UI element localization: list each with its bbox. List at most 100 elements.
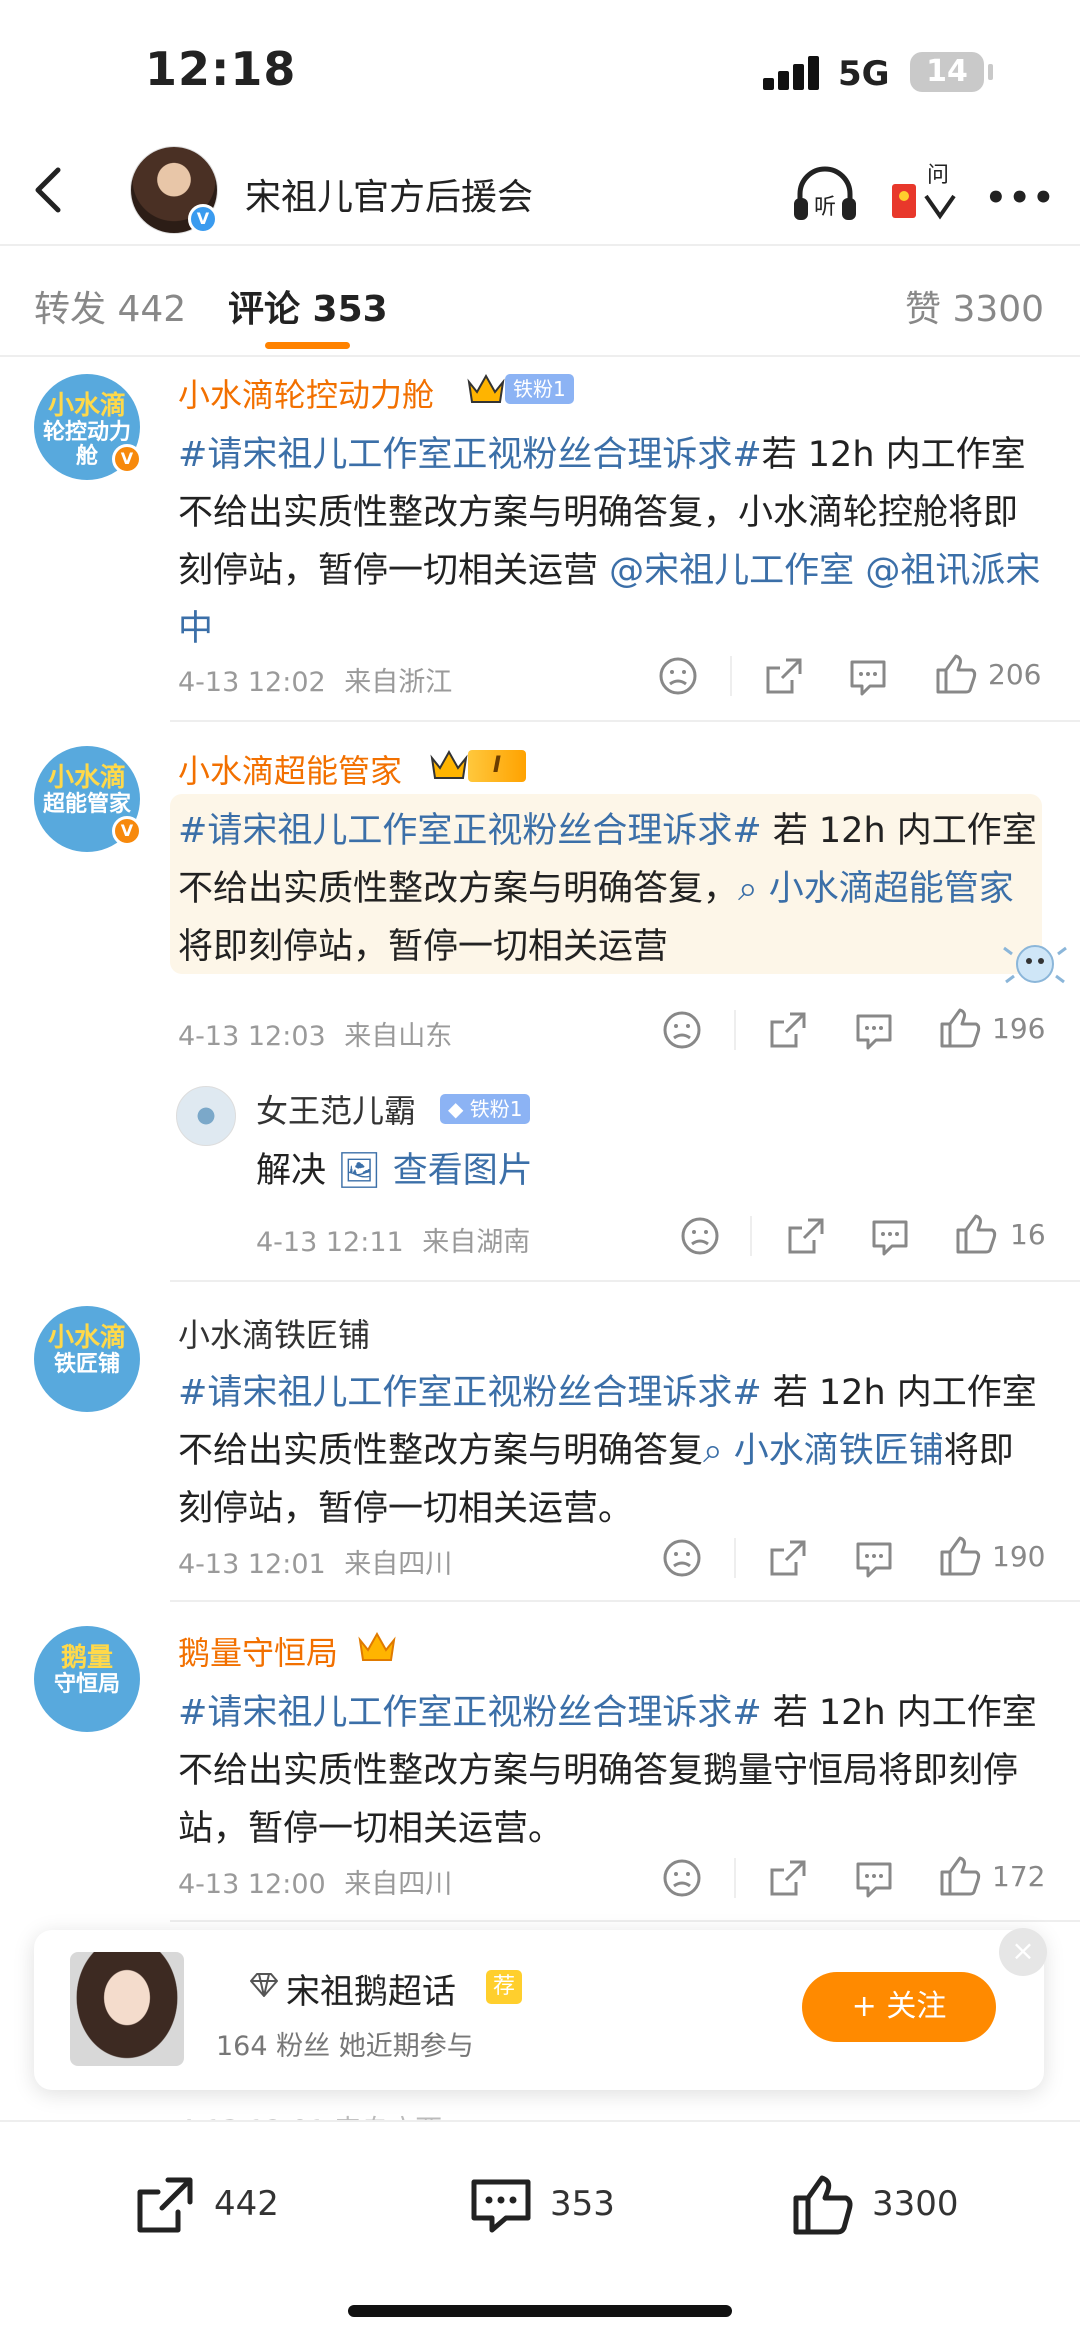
verified-icon: V (188, 204, 218, 234)
page-title: 宋祖儿官方后援会 (245, 177, 534, 218)
follow-card[interactable]: 宋祖鹅超话 荐 164 粉丝 她近期参与 + 关注 × (34, 1928, 1047, 2090)
like-icon[interactable] (938, 1534, 982, 1578)
comment-location: 来自山东 (344, 1021, 453, 1052)
diamond-icon (250, 1973, 278, 1997)
verified-icon: V (112, 816, 142, 846)
dislike-icon[interactable] (660, 1536, 704, 1580)
avatar-sub: 守恒局 (53, 1671, 120, 1697)
avatar[interactable] (176, 1086, 236, 1146)
comment-author[interactable]: 小水滴超能管家 (178, 746, 402, 792)
topic-link[interactable]: #请宋祖儿工作室正视粉丝合理诉求# (178, 1693, 762, 1733)
share-icon[interactable] (784, 1214, 828, 1258)
share-icon[interactable] (766, 1536, 810, 1580)
search-link[interactable]: ⌕ 小水滴超能管家 (738, 869, 1014, 909)
follow-button[interactable]: + 关注 (802, 1972, 996, 2042)
avatar[interactable]: 鹅量 守恒局 (34, 1626, 140, 1732)
divider (730, 656, 732, 696)
topic-link[interactable]: #请宋祖儿工作室正视粉丝合理诉求# (178, 811, 762, 851)
comment-icon[interactable] (846, 654, 890, 698)
status-bar: 12:18 5G 14 (0, 0, 1080, 140)
divider (0, 355, 1080, 357)
divider (170, 1280, 1080, 1282)
comment-body: 将即刻停站，暂停一切相关运营 (178, 927, 669, 967)
comment-meta: 4-13 12:01 来自四川 (178, 1542, 452, 1581)
comment-author[interactable]: 小水滴铁匠铺 (178, 1310, 370, 1356)
fan-badge: 铁粉1 (505, 374, 574, 404)
ask-icon[interactable]: 问 (888, 156, 958, 226)
share-icon[interactable] (766, 1008, 810, 1052)
verified-icon: V (112, 444, 142, 474)
comment-author[interactable]: 小水滴轮控动力舱 (178, 370, 434, 416)
like-icon[interactable] (934, 652, 978, 696)
tab-likes[interactable]: 赞 3300 (905, 280, 1044, 332)
dislike-icon[interactable] (656, 654, 700, 698)
comment-text: #请宋祖儿工作室正视粉丝合理诉求# 若 12h 内工作室不给出实质性整改方案与明… (178, 1684, 1048, 1858)
divider (734, 1538, 736, 1578)
reply-text: 解决 🖼 查看图片 (256, 1142, 1036, 1200)
comment-icon[interactable] (852, 1008, 896, 1052)
sticker-icon (1003, 945, 1067, 984)
more-icon[interactable]: ••• (985, 178, 1056, 218)
like-count: 190 (992, 1540, 1046, 1573)
comment-item: 小水滴 超能管家 V 小水滴超能管家 I #请宋祖儿工作室正视粉丝合理诉求# 若… (0, 724, 1080, 1284)
comment-meta: 4-13 12:03 来自山东 (178, 1014, 452, 1053)
like-count: 16 (1010, 1218, 1046, 1251)
comment-icon[interactable] (868, 1214, 912, 1258)
headphones-icon[interactable]: 听 (790, 160, 860, 226)
share-icon[interactable] (762, 654, 806, 698)
comment-location: 来自浙江 (344, 667, 453, 698)
comment-time: 4-13 12:00 (178, 1869, 326, 1900)
repost-count: 442 (214, 2184, 279, 2224)
share-icon[interactable] (766, 1856, 810, 1900)
card-subtitle: 164 粉丝 她近期参与 (216, 2031, 474, 2062)
like-icon[interactable] (938, 1006, 982, 1050)
topic-link[interactable]: #请宋祖儿工作室正视粉丝合理诉求# (178, 435, 762, 475)
avatar-sub: 铁匠铺 (53, 1351, 120, 1377)
like-count: 172 (992, 1860, 1046, 1893)
avatar-text: 小水滴 (47, 1323, 126, 1353)
network-label: 5G (838, 54, 890, 94)
dislike-icon[interactable] (678, 1214, 722, 1258)
tab-bar: 转发 442 评论 353 赞 3300 (0, 246, 1080, 356)
mention-link[interactable]: @宋祖儿工作室 (609, 551, 854, 591)
comment-time: 4-13 12:03 (178, 1021, 326, 1052)
comment-text: #请宋祖儿工作室正视粉丝合理诉求# 若 12h 内工作室不给出实质性整改方案与明… (178, 1364, 1048, 1538)
divider (734, 1010, 736, 1050)
divider (170, 720, 1080, 722)
comment-icon[interactable] (852, 1856, 896, 1900)
ask-icon-label: 问 (927, 163, 949, 188)
comment-meta: 4-13 12:02 来自浙江 (178, 660, 452, 699)
divider (170, 1920, 1080, 1922)
tab-reposts[interactable]: 转发 442 (34, 280, 186, 332)
divider (734, 1858, 736, 1898)
home-indicator[interactable] (348, 2305, 732, 2317)
comment-icon[interactable] (852, 1536, 896, 1580)
image-link[interactable]: 🖼 查看图片 (337, 1151, 533, 1191)
comment-author[interactable]: 鹅量守恒局 (178, 1628, 338, 1674)
like-count: 206 (988, 658, 1042, 691)
battery-cap (988, 64, 993, 80)
like-icon (793, 2175, 853, 2235)
avatar (70, 1952, 184, 2066)
comment-item: 小水滴 铁匠铺 小水滴铁匠铺 #请宋祖儿工作室正视粉丝合理诉求# 若 12h 内… (0, 1284, 1080, 1604)
tab-comments[interactable]: 评论 353 (228, 280, 388, 332)
dislike-icon[interactable] (660, 1856, 704, 1900)
reply-time: 4-13 12:11 (256, 1227, 404, 1258)
like-count: 3300 (872, 2184, 959, 2224)
avatar-text: 小水滴 (47, 391, 126, 421)
like-icon[interactable] (954, 1212, 998, 1256)
like-icon[interactable] (938, 1854, 982, 1898)
topic-link[interactable]: #请宋祖儿工作室正视粉丝合理诉求# (178, 1373, 762, 1413)
divider (750, 1216, 752, 1256)
reply-author[interactable]: 女王范儿霸 (256, 1086, 416, 1132)
active-tab-indicator (265, 342, 350, 349)
battery-icon: 14 (910, 52, 984, 92)
back-icon[interactable] (22, 158, 82, 222)
avatar[interactable]: 小水滴 铁匠铺 (34, 1306, 140, 1412)
dislike-icon[interactable] (660, 1008, 704, 1052)
close-icon[interactable]: × (999, 1928, 1047, 1976)
reply-body: 解决 (256, 1151, 327, 1191)
comment-location: 来自四川 (344, 1869, 453, 1900)
search-link[interactable]: ⌕ 小水滴铁匠铺 (703, 1431, 944, 1471)
comment-count: 353 (550, 2184, 615, 2224)
